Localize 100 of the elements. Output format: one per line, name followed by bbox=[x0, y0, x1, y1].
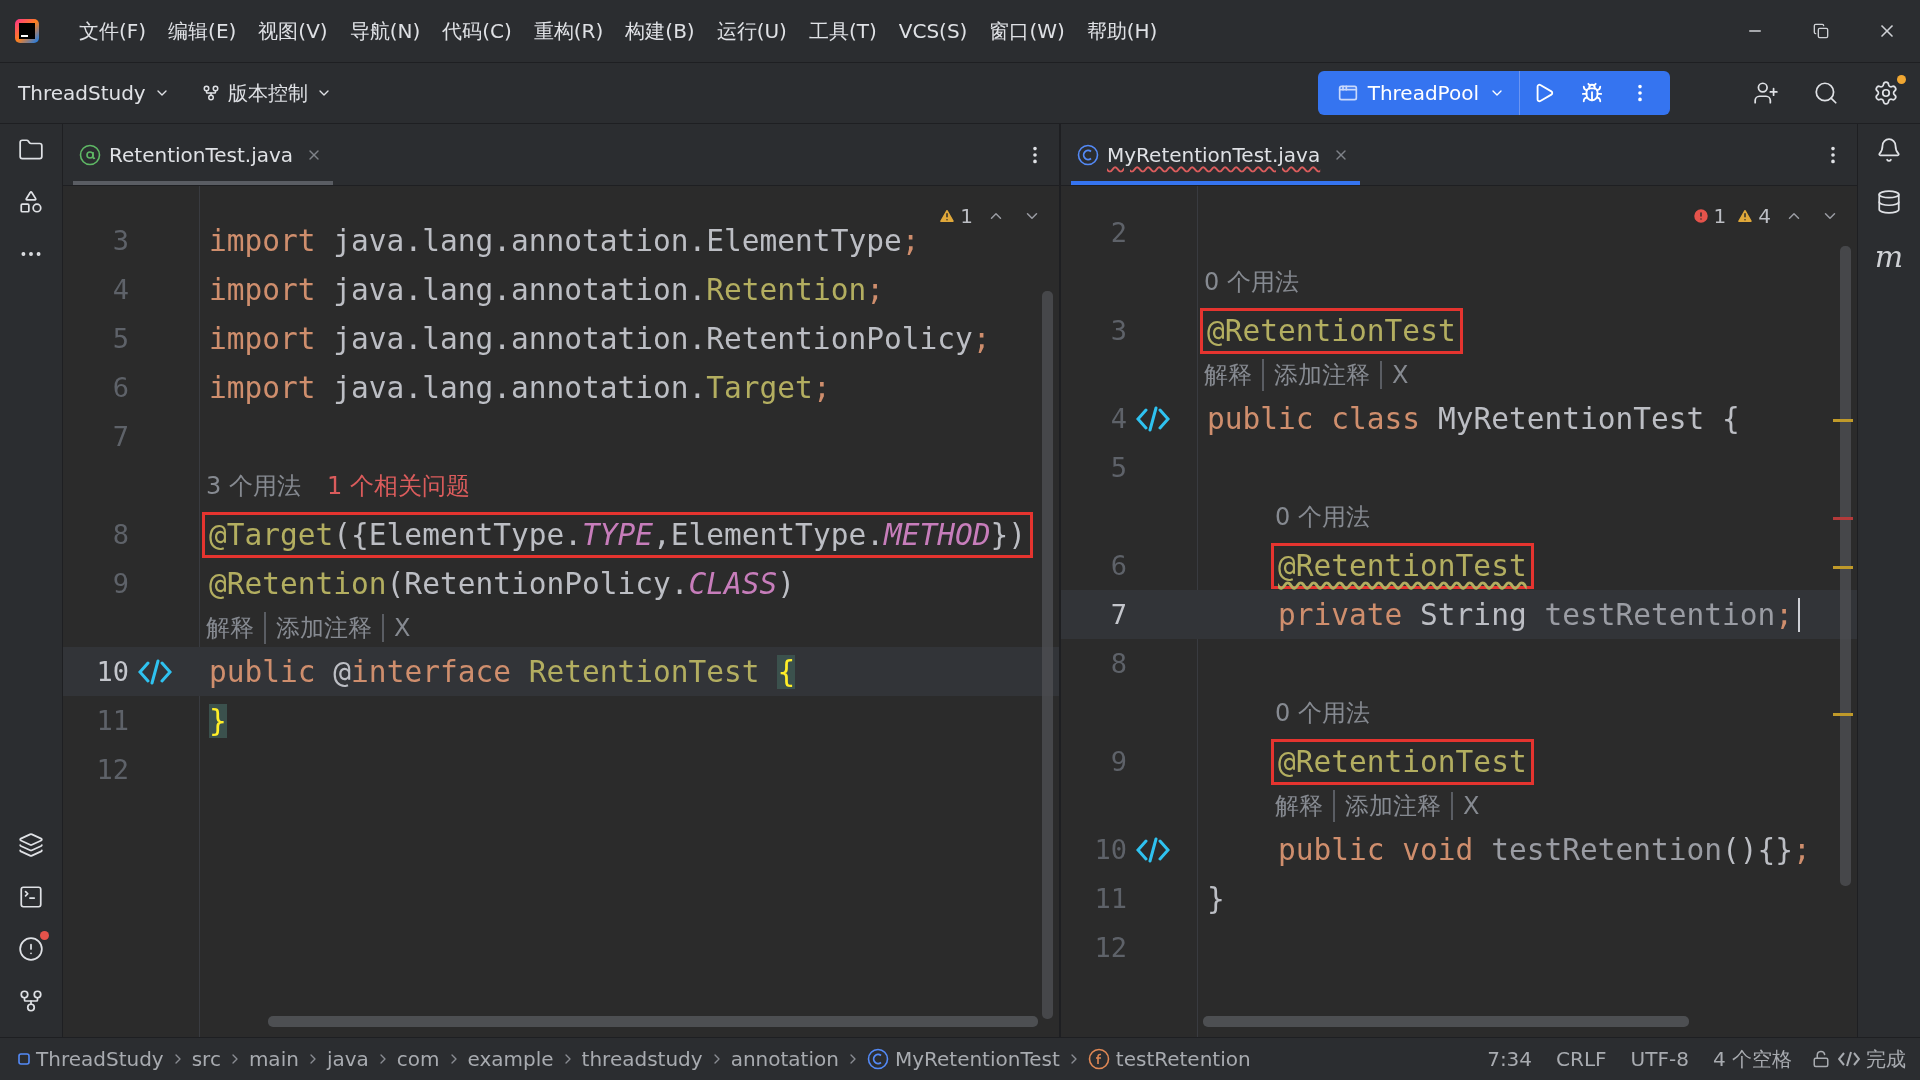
code-line: private String testRetention; bbox=[1277, 596, 1795, 634]
line-number: 7 bbox=[1109, 599, 1127, 630]
problems-icon[interactable] bbox=[18, 936, 44, 962]
layers-icon[interactable] bbox=[18, 832, 44, 858]
file-encoding[interactable]: UTF-8 bbox=[1618, 1047, 1701, 1071]
line-number: 6 bbox=[1109, 550, 1127, 581]
breadcrumb[interactable]: ThreadStudy bbox=[18, 1047, 164, 1071]
search-icon[interactable] bbox=[1813, 80, 1839, 106]
hint-action[interactable]: X bbox=[1380, 360, 1419, 389]
line-number: 8 bbox=[1109, 648, 1127, 679]
menu-item[interactable]: 代码(C) bbox=[433, 11, 521, 51]
run-configuration-dropdown[interactable]: ThreadPool bbox=[1323, 71, 1520, 115]
breadcrumb[interactable]: example bbox=[467, 1047, 554, 1071]
indent-setting[interactable]: 4 个空格 bbox=[1700, 1045, 1804, 1073]
menu-item[interactable]: VCS(S) bbox=[889, 13, 977, 49]
menu-item[interactable]: 文件(F) bbox=[70, 11, 156, 51]
app-logo bbox=[14, 18, 40, 44]
line-number: 11 bbox=[95, 705, 129, 736]
line-number: 5 bbox=[1109, 452, 1127, 483]
hint-action[interactable]: 添加注释 bbox=[1262, 358, 1380, 391]
notifications-icon[interactable] bbox=[1876, 137, 1902, 163]
project-dropdown[interactable]: ThreadStudy bbox=[8, 75, 180, 111]
menu-item[interactable]: 导航(N) bbox=[340, 11, 430, 51]
line-number: 4 bbox=[1109, 403, 1127, 434]
git-branch-icon[interactable] bbox=[18, 988, 44, 1014]
code-line: public class MyRetentionTest { bbox=[1206, 400, 1741, 438]
code-line: import java.lang.annotation.Retention; bbox=[208, 271, 885, 309]
annotation-icon bbox=[79, 143, 101, 166]
lock-icon[interactable] bbox=[1812, 1050, 1830, 1068]
vcs-dropdown[interactable]: 版本控制 bbox=[191, 73, 342, 113]
terminal-icon[interactable] bbox=[18, 884, 44, 910]
settings-icon[interactable] bbox=[1873, 80, 1899, 106]
usage-hint[interactable]: 0 个用法 bbox=[1275, 500, 1370, 533]
scrollbar[interactable] bbox=[1840, 246, 1851, 886]
implemented-icon[interactable] bbox=[1136, 836, 1170, 863]
usage-hint[interactable]: 0 个用法 bbox=[1204, 265, 1299, 298]
hint-action[interactable]: 添加注释 bbox=[1333, 789, 1451, 822]
breadcrumb[interactable]: src bbox=[191, 1047, 221, 1071]
restore-icon[interactable] bbox=[1813, 23, 1829, 39]
line-number: 4 bbox=[111, 274, 129, 305]
code-icon bbox=[1838, 1051, 1860, 1067]
hint-action[interactable]: 添加注释 bbox=[264, 611, 382, 644]
folder-icon[interactable] bbox=[18, 137, 44, 163]
menu-item[interactable]: 运行(U) bbox=[707, 11, 796, 51]
line-separator[interactable]: CRLF bbox=[1544, 1047, 1619, 1071]
line-number: 10 bbox=[95, 656, 129, 687]
implemented-icon[interactable] bbox=[138, 658, 172, 685]
line-number: 9 bbox=[1109, 746, 1127, 777]
menu-item[interactable]: 编辑(E) bbox=[159, 11, 246, 51]
hint-action[interactable]: 解释 bbox=[206, 611, 264, 644]
warning-count[interactable]: 1 bbox=[938, 204, 973, 228]
structure-icon[interactable] bbox=[18, 189, 44, 215]
code-line: @Retention(RetentionPolicy.CLASS) bbox=[208, 565, 797, 603]
breadcrumb[interactable]: java bbox=[326, 1047, 369, 1071]
breadcrumb[interactable]: main bbox=[248, 1047, 299, 1071]
hint-action[interactable]: X bbox=[382, 613, 421, 642]
usage-hint[interactable]: 3 个用法 bbox=[206, 469, 301, 502]
scrollbar[interactable] bbox=[1203, 1016, 1689, 1027]
problem-hint[interactable]: 1 个相关问题 bbox=[326, 469, 470, 502]
code-status[interactable]: 完成 bbox=[1838, 1045, 1906, 1073]
module-icon bbox=[18, 1053, 30, 1065]
breadcrumb[interactable]: MyRetentionTest bbox=[866, 1047, 1060, 1071]
stripe-marker[interactable] bbox=[1833, 418, 1853, 422]
breadcrumb[interactable]: testRetention bbox=[1087, 1047, 1251, 1071]
scrollbar[interactable] bbox=[268, 1016, 1038, 1027]
breadcrumb[interactable]: threadstudy bbox=[581, 1047, 703, 1071]
hint-action[interactable]: 解释 bbox=[1204, 358, 1262, 391]
menu-item[interactable]: 视图(V) bbox=[249, 11, 337, 51]
scrollbar[interactable] bbox=[1042, 291, 1053, 1019]
add-user-icon[interactable] bbox=[1753, 80, 1779, 106]
hint-action[interactable]: 解释 bbox=[1275, 789, 1333, 822]
stripe-marker[interactable] bbox=[1833, 516, 1853, 520]
breadcrumb[interactable]: annotation bbox=[730, 1047, 839, 1071]
caret-position[interactable]: 7:34 bbox=[1475, 1047, 1545, 1071]
menu-item[interactable]: 帮助(H) bbox=[1077, 11, 1167, 51]
menu-item[interactable]: 重构(R) bbox=[524, 11, 613, 51]
usage-hint[interactable]: 0 个用法 bbox=[1275, 696, 1370, 729]
menu-item[interactable]: 窗口(W) bbox=[980, 11, 1074, 51]
maven-button[interactable]: m bbox=[1865, 232, 1913, 280]
implemented-icon[interactable] bbox=[1136, 405, 1170, 432]
class-icon bbox=[866, 1048, 889, 1070]
error-count[interactable]: 1 bbox=[1691, 204, 1727, 228]
breadcrumb[interactable]: com bbox=[396, 1047, 440, 1071]
field-icon bbox=[1087, 1048, 1110, 1070]
code-line: import java.lang.annotation.Target; bbox=[208, 369, 832, 407]
hint-action[interactable]: X bbox=[1451, 791, 1490, 820]
menu-item[interactable]: 工具(T) bbox=[799, 11, 886, 51]
line-number: 11 bbox=[1093, 883, 1127, 914]
warning-count[interactable]: 4 bbox=[1736, 204, 1771, 228]
menu-item[interactable]: 构建(B) bbox=[616, 11, 704, 51]
code-line: } bbox=[1206, 880, 1226, 918]
stripe-marker[interactable] bbox=[1833, 712, 1853, 716]
line-number: 2 bbox=[1109, 217, 1127, 248]
line-number: 12 bbox=[95, 754, 129, 785]
database-icon[interactable] bbox=[1876, 189, 1902, 215]
stripe-marker[interactable] bbox=[1833, 565, 1853, 569]
class-icon bbox=[1077, 143, 1099, 166]
code-line: public @interface RetentionTest { bbox=[208, 653, 797, 691]
bug-icon[interactable] bbox=[1581, 82, 1603, 104]
line-number: 10 bbox=[1093, 834, 1127, 865]
